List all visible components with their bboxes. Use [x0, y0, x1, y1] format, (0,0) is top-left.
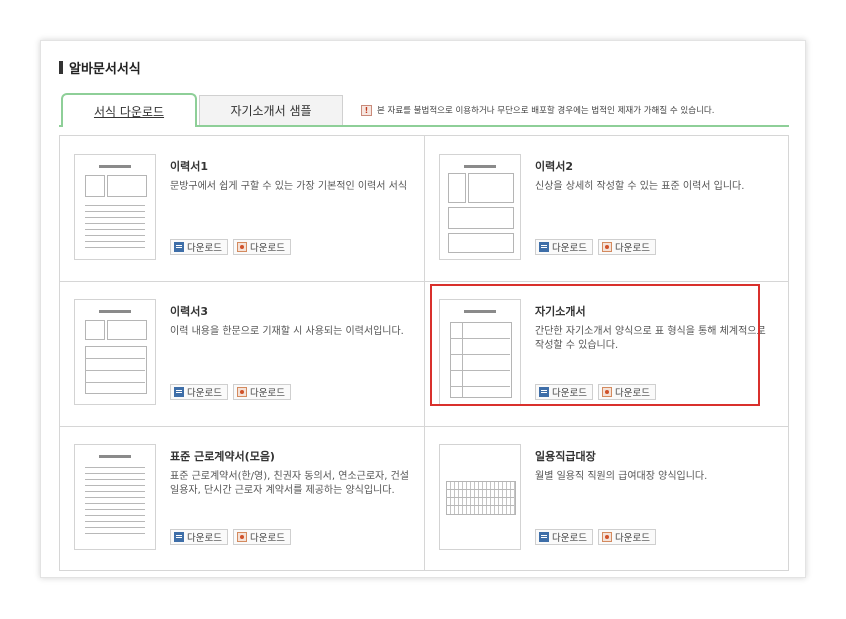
- section-header: 알바문서서식: [59, 57, 141, 77]
- tab-form-download[interactable]: 서식 다운로드: [61, 93, 197, 127]
- notice-text: 본 자료를 불법적으로 이용하거나 무단으로 배포할 경우에는 법적인 제재가 …: [377, 106, 715, 116]
- form-thumbnail[interactable]: [439, 444, 521, 550]
- download-hwp-button[interactable]: 다운로드: [232, 384, 291, 400]
- form-grid: 이력서1 문방구에서 쉽게 구할 수 있는 가장 기본적인 이력서 서식 다운로…: [59, 135, 789, 571]
- form-description: 문방구에서 쉽게 구할 수 있는 가장 기본적인 이력서 서식: [170, 181, 408, 192]
- download-doc-button[interactable]: 다운로드: [170, 239, 228, 255]
- form-thumbnail[interactable]: [74, 299, 156, 405]
- copyright-notice: ! 본 자료를 불법적으로 이용하거나 무단으로 배포할 경우에는 법적인 제재…: [361, 101, 714, 119]
- form-item-cover-letter: 자기소개서 간단한 자기소개서 양식으로 표 형식을 통해 체계적으로 작성할 …: [425, 281, 789, 426]
- download-hwp-button[interactable]: 다운로드: [597, 384, 656, 400]
- form-thumbnail[interactable]: [439, 299, 521, 405]
- download-doc-button[interactable]: 다운로드: [170, 529, 228, 545]
- form-title: 이력서3: [170, 305, 209, 318]
- word-doc-icon: [539, 532, 549, 542]
- download-doc-button[interactable]: 다운로드: [535, 239, 593, 255]
- download-hwp-button[interactable]: 다운로드: [232, 239, 291, 255]
- word-doc-icon: [174, 532, 184, 542]
- hwp-doc-icon: [601, 242, 612, 252]
- form-item-labor-contract: 표준 근로계약서(모음) 표준 근로계약서(한/영), 친권자 동의서, 연소근…: [60, 426, 424, 570]
- form-description: 이력 내용을 한문으로 기재할 시 사용되는 이력서입니다.: [170, 326, 404, 337]
- form-thumbnail[interactable]: [74, 154, 156, 260]
- form-description: 신상을 상세히 작성할 수 있는 표준 이력서 입니다.: [535, 181, 745, 192]
- form-description: 간단한 자기소개서 양식으로 표 형식을 통해 체계적으로 작성할 수 있습니다…: [535, 326, 766, 351]
- form-title: 이력서2: [535, 160, 574, 173]
- word-doc-icon: [174, 387, 184, 397]
- form-thumbnail[interactable]: [74, 444, 156, 550]
- warning-icon: !: [361, 104, 372, 116]
- hwp-doc-icon: [236, 532, 247, 542]
- form-download-panel: 알바문서서식 서식 다운로드 자기소개서 샘플 ! 본 자료를 불법적으로 이용…: [40, 40, 806, 578]
- download-doc-button[interactable]: 다운로드: [535, 384, 593, 400]
- form-item-resume-2: 이력서2 신상을 상세히 작성할 수 있는 표준 이력서 입니다. 다운로드 다…: [425, 136, 789, 281]
- form-title: 일용직급대장: [535, 450, 596, 463]
- download-hwp-button[interactable]: 다운로드: [232, 529, 291, 545]
- download-hwp-button[interactable]: 다운로드: [597, 529, 656, 545]
- download-doc-button[interactable]: 다운로드: [170, 384, 228, 400]
- form-item-daily-payroll: 일용직급대장 월별 일용직 직원의 급여대장 양식입니다. 다운로드 다운로드: [425, 426, 789, 570]
- form-item-resume-1: 이력서1 문방구에서 쉽게 구할 수 있는 가장 기본적인 이력서 서식 다운로…: [60, 136, 424, 281]
- word-doc-icon: [539, 242, 549, 252]
- form-thumbnail[interactable]: [439, 154, 521, 260]
- download-doc-button[interactable]: 다운로드: [535, 529, 593, 545]
- hwp-doc-icon: [236, 242, 247, 252]
- word-doc-icon: [539, 387, 549, 397]
- tab-label: 서식 다운로드: [93, 104, 165, 119]
- hwp-doc-icon: [601, 387, 612, 397]
- word-doc-icon: [174, 242, 184, 252]
- tab-cover-letter-sample[interactable]: 자기소개서 샘플: [199, 95, 343, 125]
- form-title: 이력서1: [170, 160, 209, 173]
- hwp-doc-icon: [236, 387, 247, 397]
- title-bullet: [59, 60, 63, 74]
- form-title: 자기소개서: [535, 305, 586, 318]
- form-description: 표준 근로계약서(한/영), 친권자 동의서, 연소근로자, 건설 일용자, 단…: [170, 471, 410, 496]
- hwp-doc-icon: [601, 532, 612, 542]
- form-title: 표준 근로계약서(모음): [170, 450, 275, 463]
- tab-label: 자기소개서 샘플: [230, 104, 312, 118]
- tab-bar: 서식 다운로드 자기소개서 샘플 ! 본 자료를 불법적으로 이용하거나 무단으…: [59, 91, 789, 127]
- section-title: 알바문서서식: [69, 61, 141, 77]
- form-item-resume-3: 이력서3 이력 내용을 한문으로 기재할 시 사용되는 이력서입니다. 다운로드…: [60, 281, 424, 426]
- download-hwp-button[interactable]: 다운로드: [597, 239, 656, 255]
- form-description: 월별 일용직 직원의 급여대장 양식입니다.: [535, 471, 708, 482]
